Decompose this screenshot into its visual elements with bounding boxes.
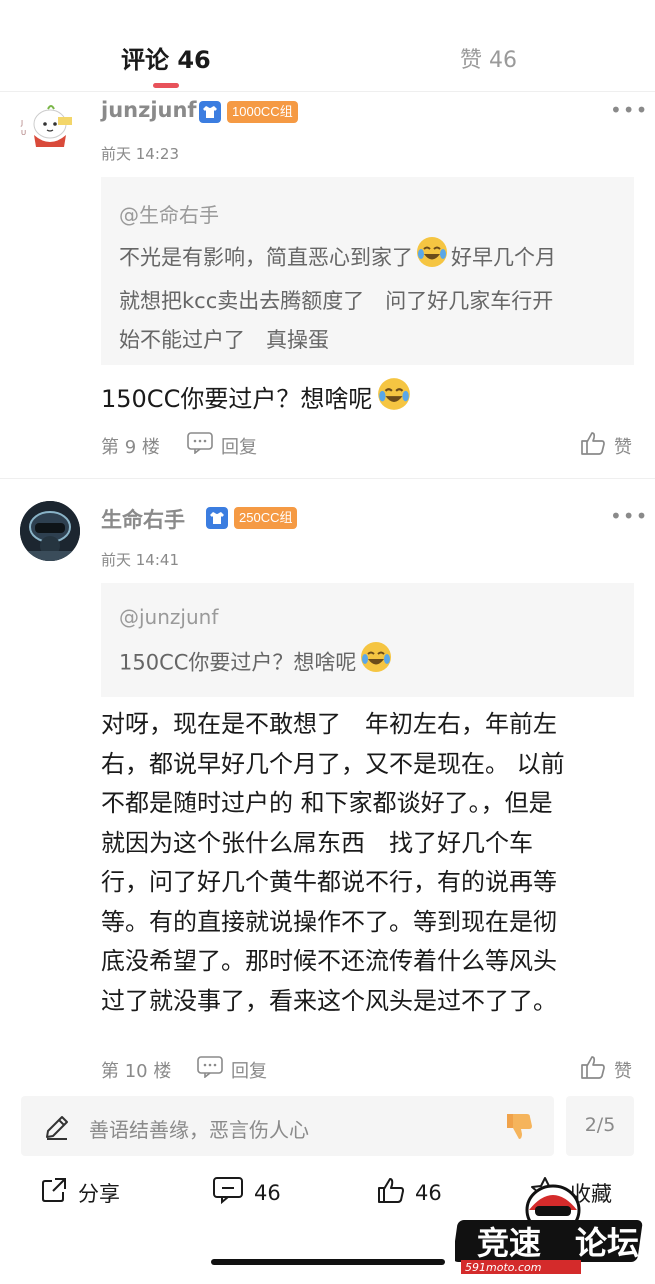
laugh-cry-emoji	[359, 640, 393, 687]
page-indicator-box[interactable]: 2/5	[566, 1096, 634, 1156]
svg-text:591moto.com: 591moto.com	[465, 1261, 541, 1274]
share-button[interactable]: 分享	[40, 1176, 120, 1209]
thumb-down-icon[interactable]	[503, 1110, 535, 1146]
avatar[interactable]: J U	[18, 97, 78, 157]
comment-divider	[0, 478, 655, 479]
page-indicator: 2/5	[584, 1114, 616, 1136]
reply-button[interactable]: 回复	[187, 432, 257, 459]
comment-input-placeholder: 善语结善缘，恶言伤人心	[89, 1118, 309, 1142]
comment-body: 150CC你要过户？想啥呢	[101, 376, 412, 424]
username[interactable]: 生命右手	[101, 504, 185, 534]
like-count-button[interactable]: 46	[377, 1176, 442, 1209]
site-watermark: 竞速 论坛 591moto.com	[452, 1170, 655, 1280]
laugh-cry-emoji	[376, 376, 412, 424]
more-icon[interactable]: •••	[610, 98, 648, 122]
tab-divider	[0, 91, 655, 92]
home-indicator	[211, 1259, 445, 1265]
quoted-comment[interactable]: @生命右手 不光是有影响，简直恶心到家了 好早几个月 就想把kcc卖出去腾额度了…	[101, 177, 634, 365]
shirt-icon	[206, 507, 228, 529]
svg-text:论坛: 论坛	[575, 1224, 639, 1262]
comment-icon	[212, 1176, 244, 1209]
svg-text:U: U	[21, 129, 26, 137]
username[interactable]: junzjunf	[101, 98, 197, 122]
level-badge: 1000CC组	[227, 101, 298, 123]
level-badge: 250CC组	[234, 507, 298, 529]
tab-likes[interactable]: 赞 46	[460, 42, 517, 74]
comment-input[interactable]: 善语结善缘，恶言伤人心	[21, 1096, 554, 1156]
floor-number: 第 9 楼	[101, 437, 160, 458]
quoted-comment[interactable]: @junzjunf 150CC你要过户？想啥呢	[101, 583, 634, 697]
quote-text: 150CC你要过户？想啥呢	[119, 640, 393, 687]
quote-text: 不光是有影响，简直恶心到家了 好早几个月 就想把kcc卖出去腾额度了 问了好几家…	[119, 235, 624, 360]
reply-button[interactable]: 回复	[197, 1056, 267, 1083]
reply-icon	[197, 1056, 223, 1083]
quote-author[interactable]: @junzjunf	[119, 605, 218, 629]
comment-count-button[interactable]: 46	[212, 1176, 281, 1209]
comment-time: 前天 14:23	[101, 145, 179, 163]
svg-text:J: J	[20, 119, 23, 127]
comment-time: 前天 14:41	[101, 551, 179, 569]
thumb-up-icon	[580, 430, 606, 461]
avatar[interactable]	[20, 501, 80, 561]
svg-text:竞速: 竞速	[477, 1224, 541, 1262]
thumb-up-icon	[377, 1176, 405, 1209]
tab-comments[interactable]: 评论 46	[121, 40, 211, 75]
quote-author[interactable]: @生命右手	[119, 199, 219, 228]
tab-bar: 评论 46 赞 46	[0, 0, 655, 88]
more-icon[interactable]: •••	[610, 504, 648, 528]
comment-body: 对呀，现在是不敢想了 年初左右，年前左 右，都说早好几个月了，又不是现在。 以前…	[101, 710, 565, 1015]
share-icon	[40, 1176, 68, 1209]
like-button[interactable]: 赞	[580, 430, 632, 461]
pencil-icon	[43, 1113, 71, 1145]
reply-icon	[187, 432, 213, 459]
shirt-icon	[199, 101, 221, 123]
active-tab-indicator	[153, 83, 179, 88]
laugh-cry-emoji	[415, 235, 449, 282]
